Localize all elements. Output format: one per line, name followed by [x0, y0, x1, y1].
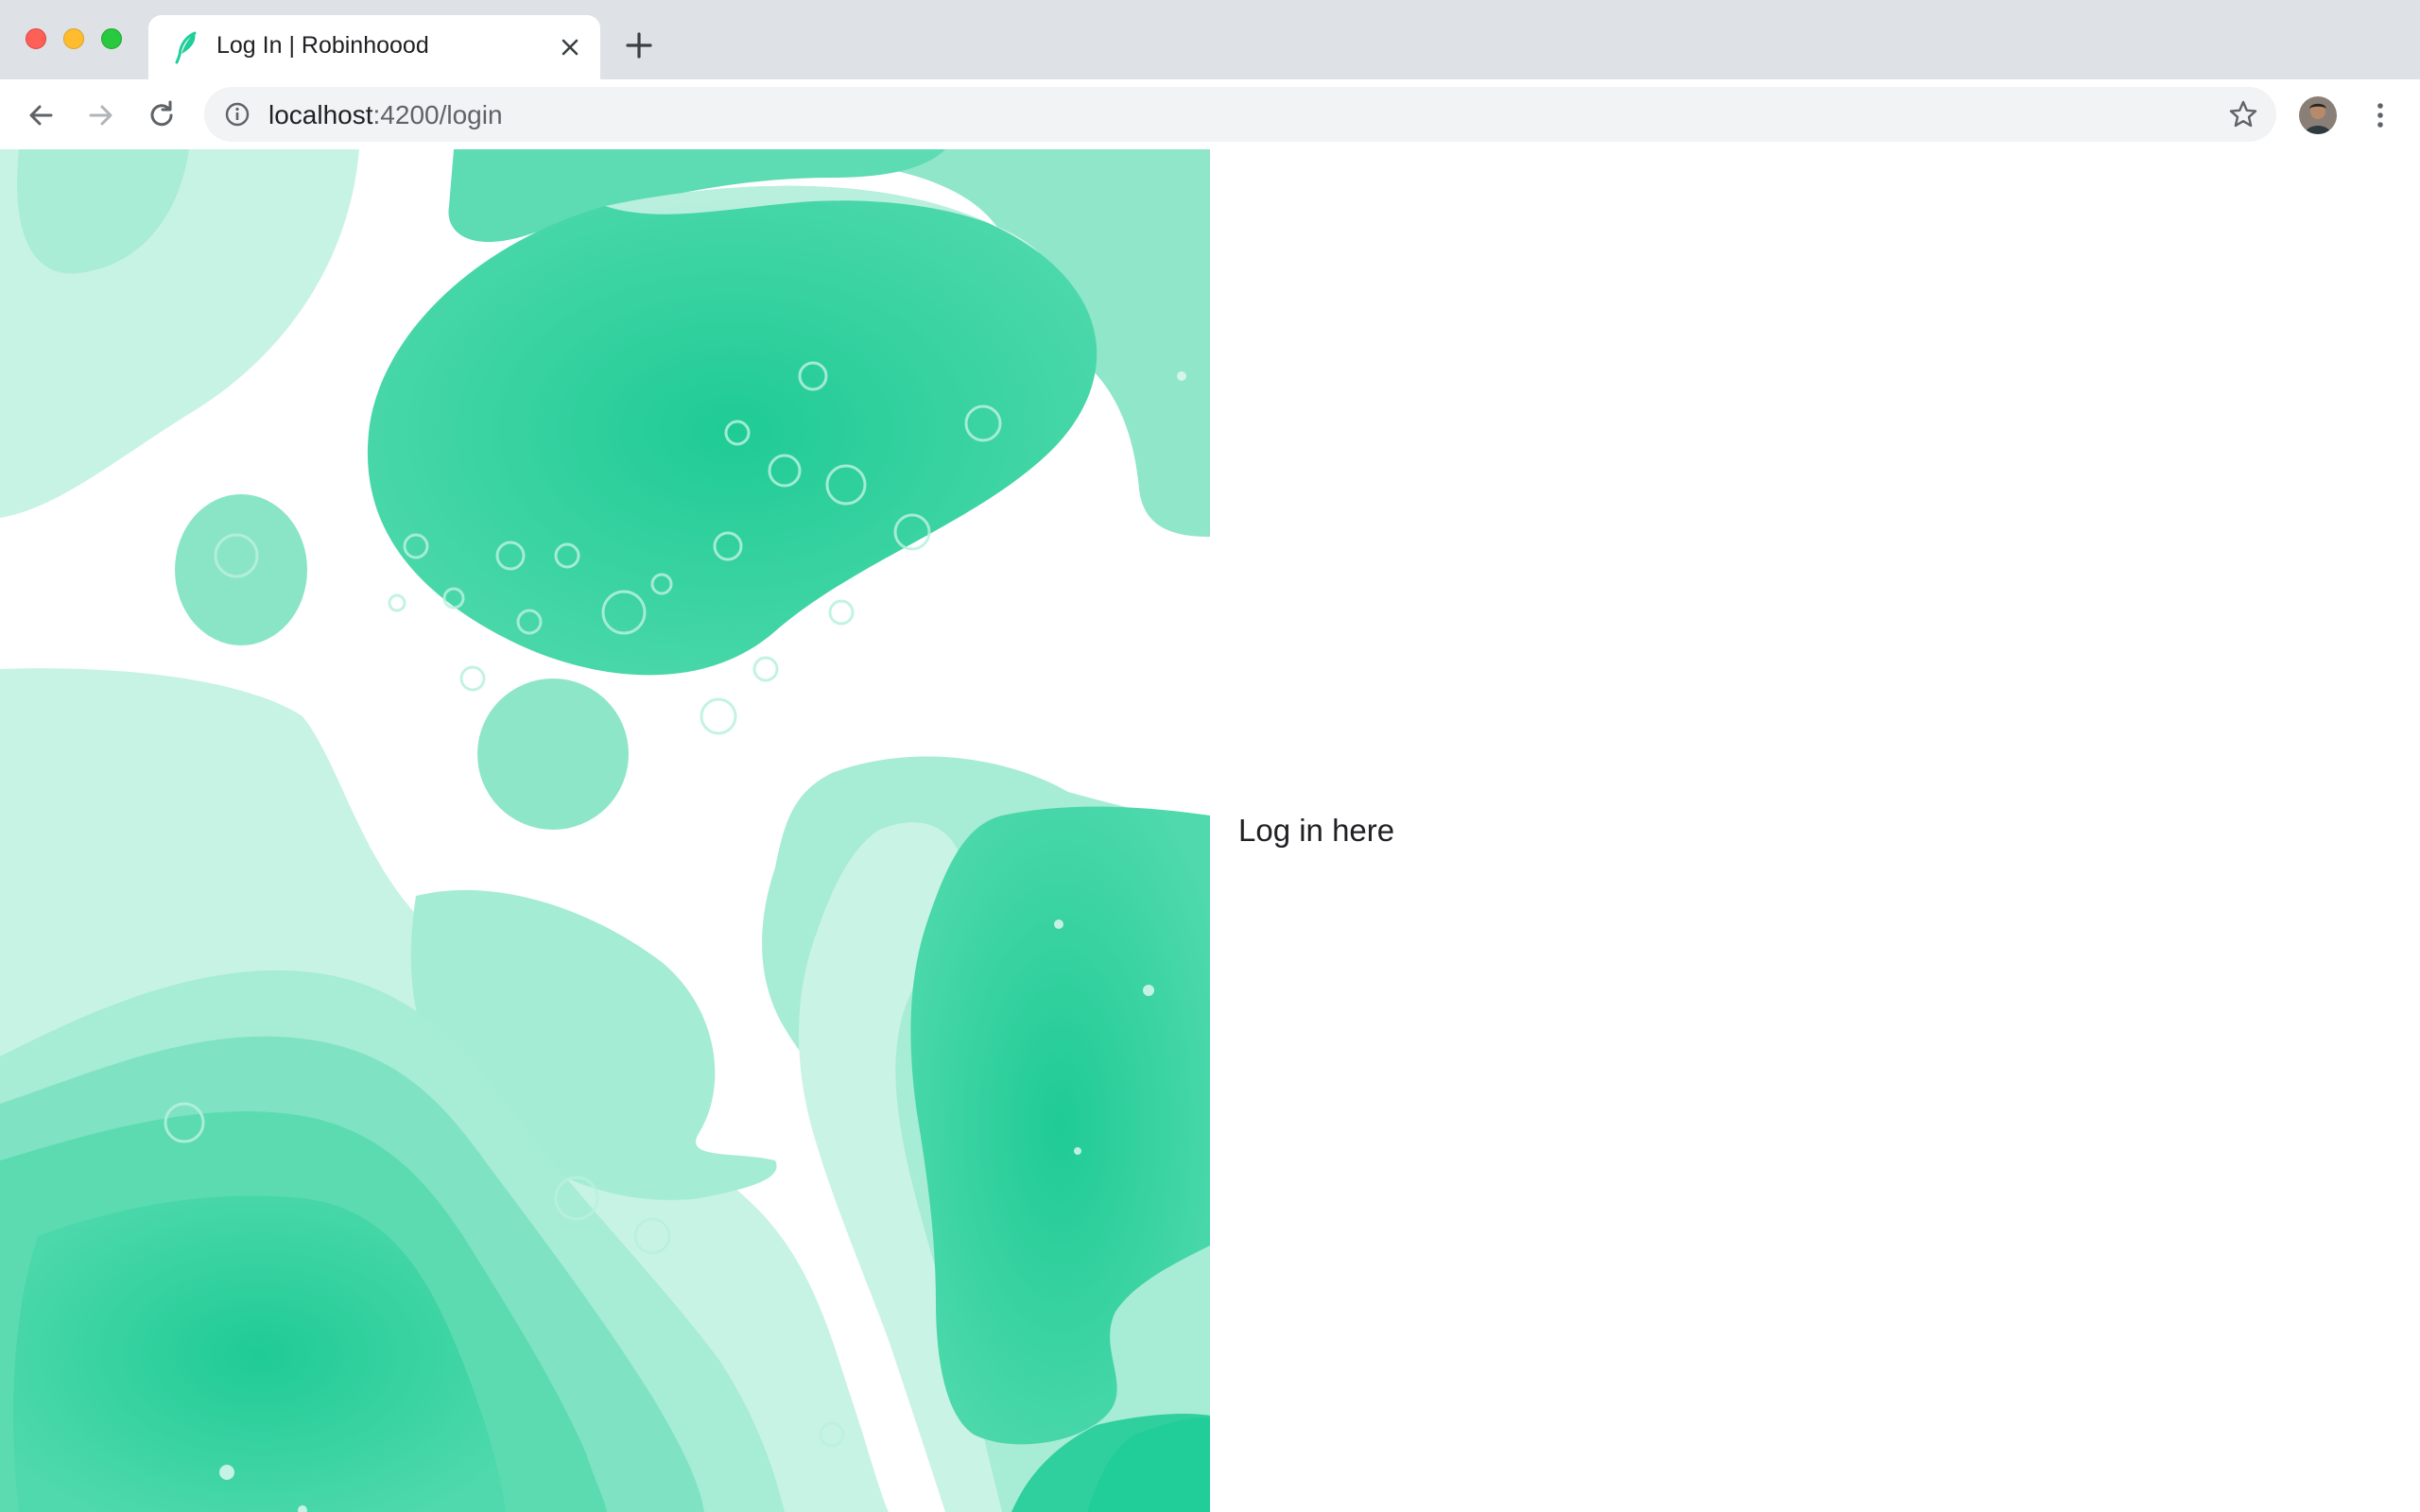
login-prompt: Log in here [1238, 813, 1395, 848]
tab-title: Log In | Robinhoood [216, 32, 429, 59]
kebab-menu-icon[interactable] [2363, 98, 2397, 132]
window-close-button[interactable] [26, 28, 46, 49]
hero-image [0, 149, 1210, 1512]
plus-icon[interactable] [624, 30, 654, 60]
robinhood-feather-icon [175, 31, 197, 64]
star-icon[interactable] [2227, 98, 2259, 130]
browser-toolbar: localhost:4200/login [0, 79, 2420, 151]
close-icon[interactable] [557, 34, 583, 60]
arrow-left-icon[interactable] [25, 99, 57, 131]
address-bar[interactable]: localhost:4200/login [204, 87, 2276, 142]
url-host: localhost [268, 100, 373, 129]
arrow-right-icon[interactable] [85, 99, 117, 131]
url-text[interactable]: localhost:4200/login [268, 100, 503, 130]
window-maximize-button[interactable] [101, 28, 122, 49]
url-path: :4200/login [372, 100, 503, 129]
avatar[interactable] [2299, 96, 2337, 134]
browser-tab[interactable]: Log In | Robinhoood [148, 15, 600, 79]
abstract-green-fluid-art [0, 149, 1210, 1512]
info-icon[interactable] [223, 100, 251, 129]
page-content: Log in here [0, 149, 2420, 1512]
reload-icon[interactable] [146, 99, 178, 131]
tab-strip: Log In | Robinhoood [0, 0, 2420, 79]
window-minimize-button[interactable] [63, 28, 84, 49]
